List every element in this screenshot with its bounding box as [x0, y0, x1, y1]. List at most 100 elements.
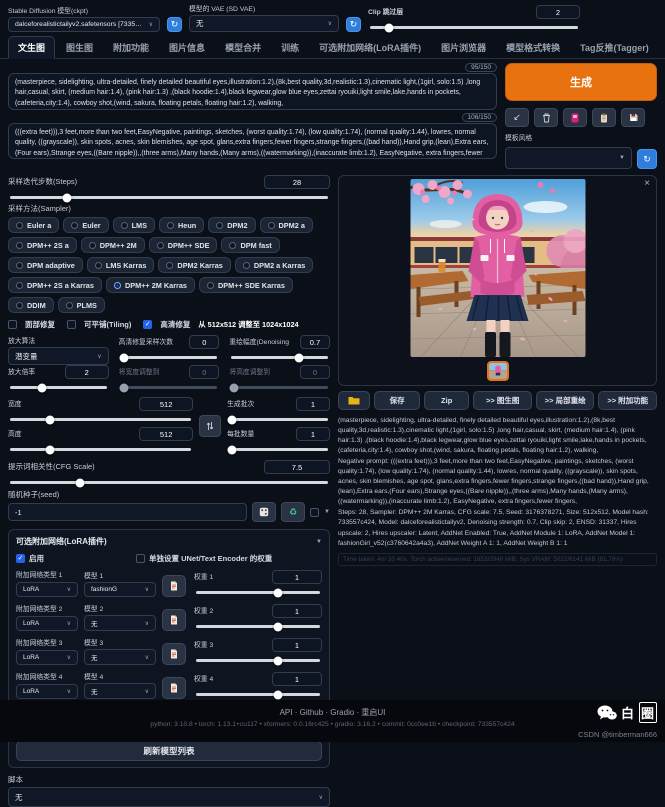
batch-count-value[interactable]: 1 [296, 397, 330, 411]
batch-count-slider[interactable] [229, 418, 328, 421]
sampler-radio[interactable]: DPM2 a [260, 217, 313, 233]
generate-button[interactable]: 生成 [505, 63, 657, 101]
save-style-button[interactable] [621, 108, 645, 127]
sampler-radio[interactable]: Euler a [8, 217, 59, 233]
refresh-checkpoint-button[interactable]: ↻ [167, 17, 182, 32]
tiling-checkbox[interactable] [67, 320, 76, 329]
sampler-radio[interactable]: DPM++ SDE Karras [199, 277, 293, 293]
batch-size-value[interactable]: 1 [296, 427, 330, 441]
lora-model-dropdown[interactable]: fashionG∨ [84, 582, 156, 597]
tab-item[interactable]: 模型合并 [216, 37, 270, 58]
lora-model-info-button[interactable] [162, 575, 186, 597]
footer-links[interactable]: API · Github · Gradio · 重启UI [0, 707, 665, 718]
zip-button[interactable]: Zip [424, 391, 469, 410]
save-button[interactable]: 保存 [374, 391, 419, 410]
script-dropdown[interactable]: 无 ∨ [8, 787, 330, 807]
sampler-radio[interactable]: LMS [113, 217, 155, 233]
batch-size-slider[interactable] [229, 448, 328, 451]
reuse-seed-button[interactable]: ♻ [281, 502, 305, 522]
tab-item[interactable]: 模型格式转换 [497, 37, 569, 58]
tab-item[interactable]: 文生图 [8, 36, 55, 59]
width-slider[interactable] [10, 418, 191, 421]
apply-style-button[interactable] [592, 108, 616, 127]
refresh-vae-button[interactable]: ↻ [346, 17, 361, 32]
close-icon[interactable]: × [644, 178, 650, 189]
sampler-radio[interactable]: DPM++ 2M Karras [106, 277, 195, 293]
lora-type-dropdown[interactable]: LoRA∨ [16, 582, 78, 597]
hires-steps-slider[interactable] [121, 356, 218, 359]
height-value[interactable]: 512 [139, 427, 193, 441]
collapse-icon[interactable]: ▼ [316, 539, 322, 545]
upscale-by-value[interactable]: 2 [65, 365, 109, 379]
random-seed-button[interactable] [252, 502, 276, 522]
extra-networks-button[interactable] [563, 108, 587, 127]
tab-item[interactable]: 图片信息 [160, 37, 214, 58]
refresh-models-button[interactable]: 刷新模型列表 [16, 741, 322, 761]
lora-model-dropdown[interactable]: 无∨ [84, 649, 156, 665]
hires-steps-value[interactable]: 0 [189, 335, 219, 349]
upscaler-dropdown[interactable]: 潜变量 ∨ [8, 347, 109, 365]
lora-weight-value[interactable]: 1 [272, 638, 322, 652]
lora-weight-value[interactable]: 1 [272, 672, 322, 686]
paste-params-button[interactable]: ↙ [505, 108, 529, 127]
send-to-extras-button[interactable]: >> 附加功能 [598, 391, 657, 410]
seed-input[interactable]: -1 [8, 503, 247, 521]
sampler-radio[interactable]: PLMS [58, 297, 105, 313]
clip-skip-value[interactable]: 2 [536, 5, 580, 19]
denoising-slider[interactable] [231, 356, 328, 359]
sampler-radio[interactable]: DPM++ 2M [81, 237, 145, 253]
generated-image[interactable] [410, 179, 585, 357]
lora-weight-slider[interactable] [196, 659, 320, 662]
gallery-thumbnail[interactable] [487, 361, 509, 381]
sampler-radio[interactable]: DPM adaptive [8, 257, 83, 273]
sampler-radio[interactable]: DPM++ 2S a Karras [8, 277, 102, 293]
cfg-value[interactable]: 7.5 [264, 460, 330, 474]
lora-weight-slider[interactable] [196, 693, 320, 696]
tab-item[interactable]: 图生图 [57, 37, 102, 58]
lora-type-dropdown[interactable]: LoRA∨ [16, 650, 78, 665]
tab-item[interactable]: 图片浏览器 [432, 37, 495, 58]
lora-weight-slider[interactable] [196, 625, 320, 628]
clear-prompt-button[interactable] [534, 108, 558, 127]
lora-separate-checkbox[interactable] [136, 554, 145, 563]
sampler-radio[interactable]: DPM2 [208, 217, 255, 233]
refresh-styles-button[interactable]: ↻ [637, 149, 657, 169]
lora-model-info-button[interactable] [162, 609, 186, 631]
lora-weight-slider[interactable] [196, 591, 320, 594]
tab-item[interactable]: 设置 [660, 37, 665, 58]
lora-model-info-button[interactable] [162, 677, 186, 699]
tab-item[interactable]: 训练 [272, 37, 308, 58]
lora-model-info-button[interactable] [162, 643, 186, 665]
sampler-radio[interactable]: Euler [63, 217, 108, 233]
seed-extras-toggle-icon[interactable]: ▼ [324, 509, 330, 515]
sampler-radio[interactable]: LMS Karras [87, 257, 155, 273]
sampler-radio[interactable]: DPM fast [221, 237, 279, 253]
prompt-input[interactable]: (masterpiece, sidelighting, ultra-detail… [8, 73, 497, 110]
sampler-radio[interactable]: DPM++ SDE [149, 237, 218, 253]
vae-dropdown[interactable]: 无 ∨ [189, 15, 339, 32]
lora-weight-value[interactable]: 1 [272, 604, 322, 618]
lora-header[interactable]: 可选附加网络(LoRA插件) [16, 536, 107, 547]
height-slider[interactable] [10, 448, 191, 451]
lora-type-dropdown[interactable]: LoRA∨ [16, 684, 78, 699]
send-to-inpaint-button[interactable]: >> 局部重绘 [536, 391, 595, 410]
steps-value[interactable]: 28 [264, 175, 330, 189]
lora-weight-value[interactable]: 1 [272, 570, 322, 584]
upscale-by-slider[interactable] [10, 386, 107, 389]
sampler-radio[interactable]: DDIM [8, 297, 54, 313]
lora-model-dropdown[interactable]: 无∨ [84, 683, 156, 699]
steps-slider[interactable] [10, 196, 328, 199]
send-to-img2img-button[interactable]: >> 图生图 [473, 391, 532, 410]
tab-item[interactable]: 可选附加网络(LoRA插件) [310, 37, 430, 58]
lora-model-dropdown[interactable]: 无∨ [84, 615, 156, 631]
lora-enable-checkbox[interactable]: ✓ [16, 554, 25, 563]
clip-skip-slider[interactable] [370, 26, 578, 29]
swap-dimensions-button[interactable] [199, 415, 221, 437]
width-value[interactable]: 512 [139, 397, 193, 411]
sampler-radio[interactable]: DPM++ 2S a [8, 237, 77, 253]
negative-prompt-input[interactable]: (((extra feet))),3 feet,more than two fe… [8, 123, 497, 159]
restore-faces-checkbox[interactable] [8, 320, 17, 329]
cfg-slider[interactable] [10, 481, 328, 484]
checkpoint-dropdown[interactable]: dalceforealistictailyv2.safetensors [733… [8, 17, 160, 32]
sampler-radio[interactable]: DPM2 Karras [158, 257, 230, 273]
